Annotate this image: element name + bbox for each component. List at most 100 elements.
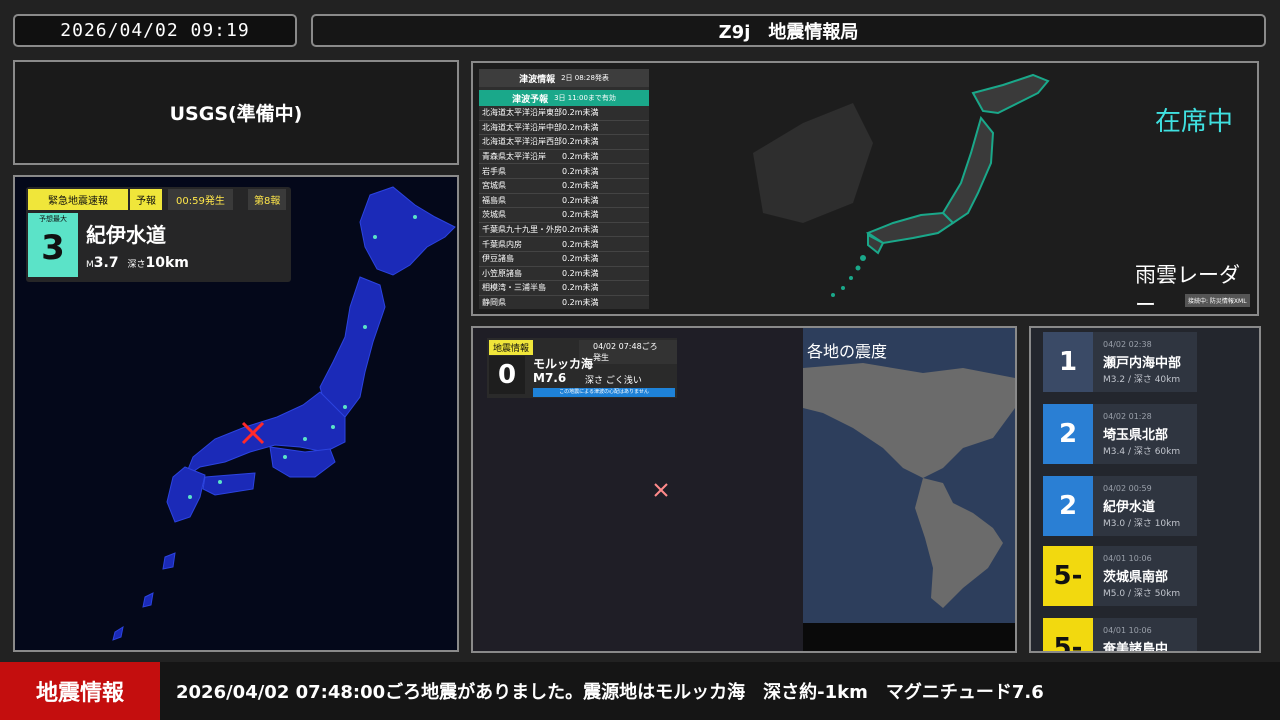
tsunami-area-name: 茨城県 (482, 210, 506, 220)
history-time: 04/02 00:59 (1103, 484, 1152, 493)
eew-depth: 10km (145, 255, 189, 271)
tsunami-area-name: 青森県太平洋沿岸 (482, 152, 546, 162)
history-item[interactable]: 5- 04/01 10:06 茨城県南部 M5.0 / 深さ 50km (1043, 546, 1197, 606)
tsunami-area-height: 0.2m未満 (562, 181, 599, 191)
clock-display: 2026/04/02 09:19 (13, 14, 297, 47)
quake-info-panel: 地震情報 04/02 07:48ごろ発生 0 モルッカ海 M7.6 深さ ごく浅… (471, 326, 1017, 653)
tsunami-area-name: 北海道太平洋沿岸中部 (482, 122, 562, 132)
tsunami-area-name: 静岡県 (482, 298, 506, 308)
tsunami-area-height: 0.2m未満 (562, 122, 599, 132)
tsunami-area-row: 千葉県内房 0.2m未満 (479, 237, 649, 252)
history-time: 04/01 10:06 (1103, 554, 1152, 563)
eew-type-tag: 予報 (130, 189, 162, 210)
tsunami-panel: 津波情報 2日 08:28発表 津波予報 3日 11:00まで有効 北海道太平洋… (471, 61, 1259, 316)
tsunami-area-row: 茨城県 0.2m未満 (479, 208, 649, 223)
tsunami-header: 津波情報 2日 08:28発表 (479, 69, 649, 87)
usgs-panel: USGS(準備中) (13, 60, 459, 165)
history-item[interactable]: 2 04/02 01:28 埼玉県北部 M3.4 / 深さ 60km (1043, 404, 1197, 464)
tsunami-forecast-bar: 津波予報 3日 11:00まで有効 (479, 90, 649, 106)
history-detail: M3.2 / 深さ 40km (1103, 375, 1181, 385)
tsunami-area-name: 岩手県 (482, 166, 506, 176)
history-time: 04/01 10:06 (1103, 626, 1152, 635)
history-region: 茨城県南部 (1103, 570, 1169, 585)
history-time: 04/02 01:28 (1103, 412, 1152, 421)
tsunami-area-row: 北海道太平洋沿岸西部 0.2m未満 (479, 135, 649, 150)
history-intensity-badge: 2 (1043, 476, 1093, 536)
history-region: 瀬戸内海中部 (1103, 356, 1182, 371)
history-intensity-badge: 1 (1043, 332, 1093, 392)
quake-depth: 深さ ごく浅い (585, 376, 642, 386)
history-item[interactable]: 5- 04/01 10:06 奄美諸島中 (1043, 618, 1197, 653)
quake-tag: 地震情報 (489, 340, 534, 355)
history-region: 埼玉県北部 (1103, 428, 1169, 443)
tsunami-list: 津波情報 2日 08:28発表 津波予報 3日 11:00まで有効 北海道太平洋… (479, 69, 649, 309)
eew-magnitude: 3.7 (93, 255, 119, 271)
tsunami-area-row: 伊豆諸島 0.2m未満 (479, 252, 649, 267)
source-label: 接続中: 防災情報XML (1185, 294, 1250, 307)
app-title-bar: Z9j 地震情報局 (311, 14, 1266, 47)
tsunami-area-height: 0.2m未満 (562, 298, 599, 308)
eew-intensity: 3 (41, 228, 65, 268)
history-item[interactable]: 2 04/02 00:59 紀伊水道 M3.0 / 深さ 10km (1043, 476, 1197, 536)
history-intensity-badge: 5- (1043, 618, 1093, 651)
eew-panel: 緊急地震速報 予報 00:59発生 第8報 予想最大 3 紀伊水道 M3.7 深… (13, 175, 459, 652)
eew-depth-prefix: 深さ (127, 260, 146, 270)
world-map-shape (803, 363, 1015, 608)
tsunami-forecast-label: 津波予報 (512, 94, 549, 105)
tsunami-area-height: 0.2m未満 (562, 210, 599, 220)
history-region: 紀伊水道 (1103, 500, 1156, 515)
tsunami-area-height: 0.2m未満 (562, 108, 599, 118)
radar-label: 雨雲レーダー (1135, 263, 1240, 316)
clock-text: 2026/04/02 09:19 (60, 20, 250, 41)
tsunami-header-label: 津波情報 (519, 74, 556, 85)
history-region: 奄美諸島中 (1103, 642, 1169, 653)
eew-mag-prefix: M (86, 260, 94, 270)
tsunami-issued: 2日 08:28発表 (561, 74, 609, 82)
tsunami-area-name: 伊豆諸島 (482, 254, 514, 264)
tsunami-area-height: 0.2m未満 (562, 195, 599, 205)
eew-intensity-caption: 予想最大 (39, 215, 67, 223)
tsunami-valid-until: 3日 11:00まで有効 (554, 94, 616, 102)
tsunami-area-row: 福島県 0.2m未満 (479, 194, 649, 209)
world-intensity-map: 各地の震度 (803, 328, 1015, 651)
tsunami-area-name: 北海道太平洋沿岸西部 (482, 137, 562, 147)
tsunami-area-height: 0.2m未満 (562, 254, 599, 264)
history-detail: M3.4 / 深さ 60km (1103, 447, 1181, 457)
ticker-label: 地震情報 (0, 662, 160, 720)
tsunami-area-height: 0.2m未満 (562, 137, 599, 147)
presence-status: 在席中 (1155, 107, 1234, 137)
history-intensity-badge: 2 (1043, 404, 1093, 464)
tsunami-area-name: 千葉県九十九里・外房 (482, 225, 562, 235)
history-detail: M3.0 / 深さ 10km (1103, 519, 1181, 529)
tsunami-area-name: 小笠原諸島 (482, 268, 522, 278)
quake-magnitude: M7.6 (533, 371, 567, 385)
eew-intensity-box: 予想最大 3 (28, 213, 78, 277)
tsunami-area-row: 宮城県 0.2m未満 (479, 179, 649, 194)
tsunami-area-row: 小笠原諸島 0.2m未満 (479, 267, 649, 282)
history-item[interactable]: 1 04/02 02:38 瀬戸内海中部 M3.2 / 深さ 40km (1043, 332, 1197, 392)
tsunami-area-row: 静岡県 0.2m未満 (479, 296, 649, 309)
eew-magnitude-row: M3.7 深さ10km (86, 255, 189, 271)
tsunami-area-height: 0.2m未満 (562, 239, 599, 249)
tsunami-area-name: 宮城県 (482, 181, 506, 191)
eew-card: 緊急地震速報 予報 00:59発生 第8報 予想最大 3 紀伊水道 M3.7 深… (26, 187, 291, 282)
world-map-title: 各地の震度 (807, 342, 888, 361)
tsunami-area-name: 相模湾・三浦半島 (482, 283, 546, 293)
tsunami-area-row: 千葉県九十九里・外房 0.2m未満 (479, 223, 649, 238)
tsunami-area-rows: 北海道太平洋沿岸東部 0.2m未満 北海道太平洋沿岸中部 0.2m未満 北海道太平洋沿岸… (479, 106, 649, 309)
history-time: 04/02 02:38 (1103, 340, 1152, 349)
app-title: Z9j 地震情報局 (718, 21, 859, 43)
tsunami-area-row: 相模湾・三浦半島 0.2m未満 (479, 281, 649, 296)
tsunami-area-height: 0.2m未満 (562, 166, 599, 176)
tsunami-area-row: 北海道太平洋沿岸中部 0.2m未満 (479, 121, 649, 136)
tsunami-area-name: 千葉県内房 (482, 239, 522, 249)
quake-time: 04/02 07:48ごろ発生 (579, 340, 677, 364)
quake-intensity: 0 (489, 356, 525, 394)
usgs-label: USGS(準備中) (169, 103, 303, 125)
quake-region: モルッカ海 (533, 357, 594, 371)
history-detail: M5.0 / 深さ 50km (1103, 589, 1181, 599)
tsunami-area-name: 北海道太平洋沿岸東部 (482, 108, 562, 118)
news-ticker: 地震情報 2026/04/02 07:48:00ごろ地震がありました。震源地はモ… (0, 662, 1280, 720)
ticker-text: 2026/04/02 07:48:00ごろ地震がありました。震源地はモルッカ海 … (176, 682, 1044, 703)
tsunami-area-height: 0.2m未満 (562, 225, 599, 235)
